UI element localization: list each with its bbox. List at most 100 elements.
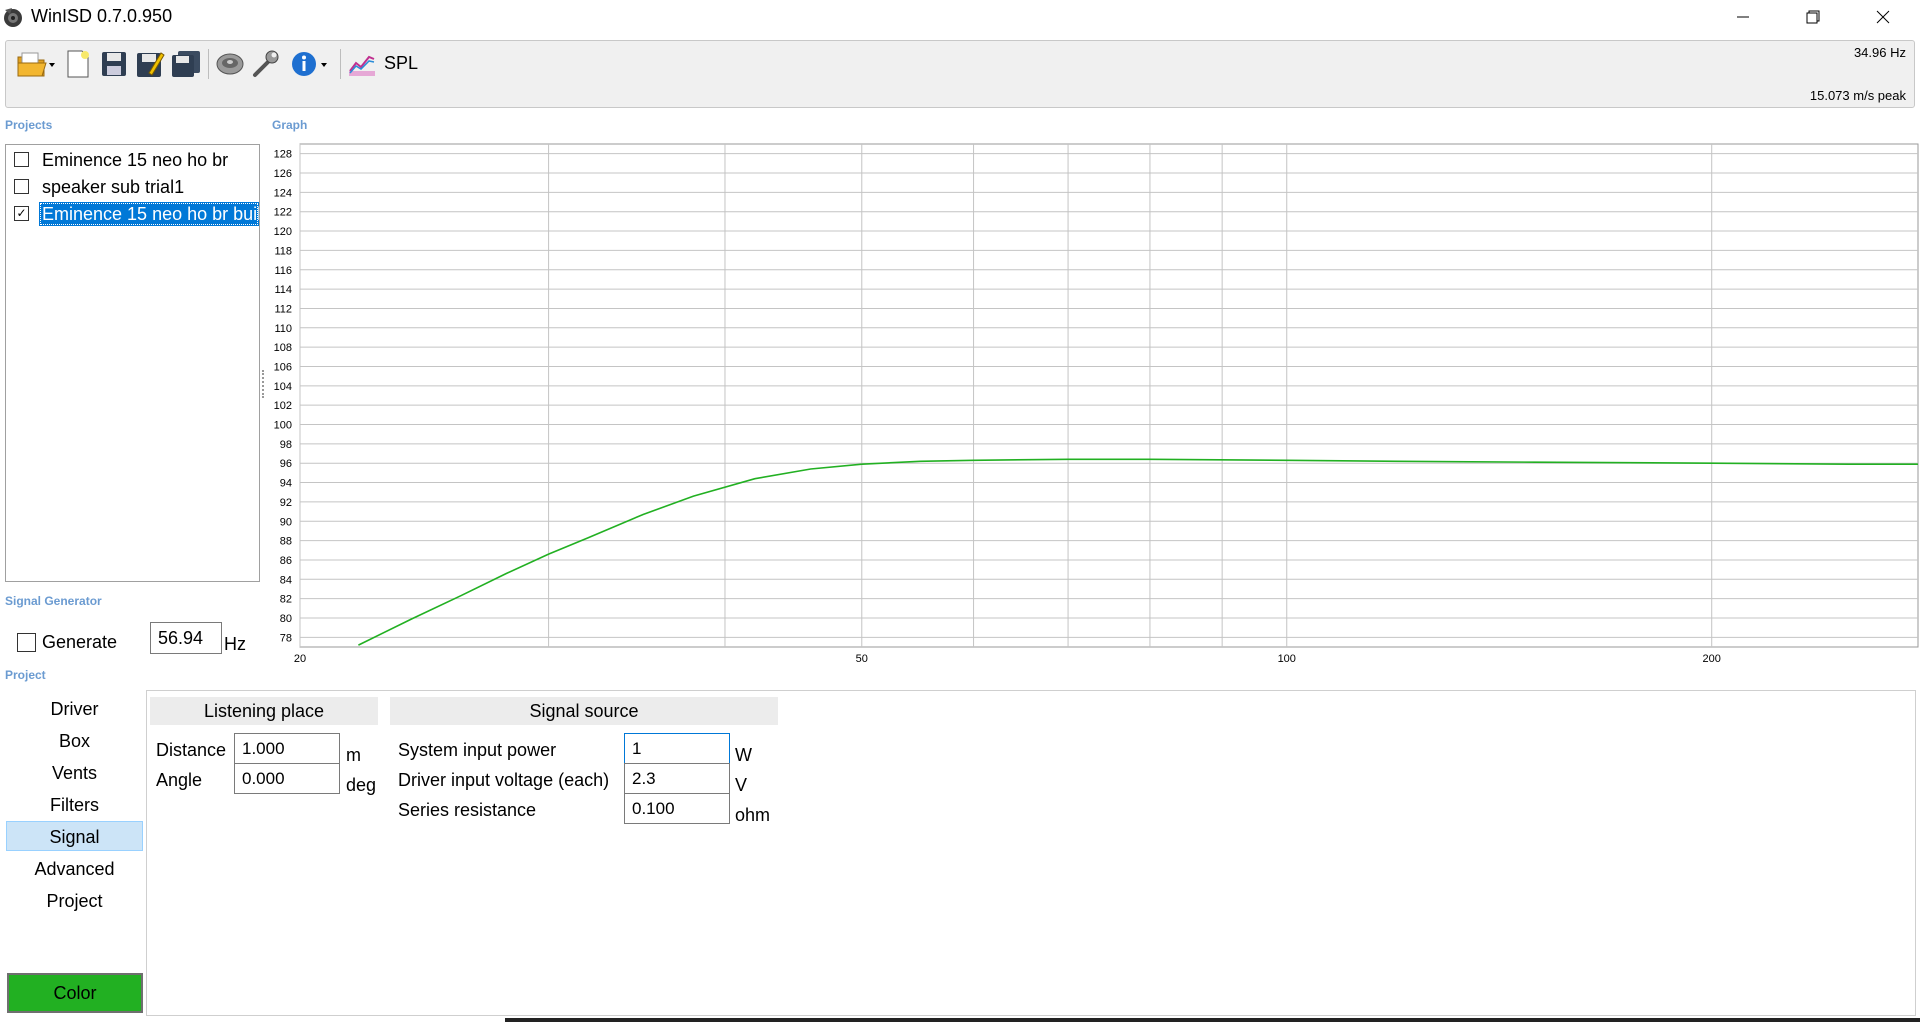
status-strip <box>505 1018 1920 1022</box>
signal-source-header: Signal source <box>390 697 778 725</box>
y-tick-label: 92 <box>280 497 292 509</box>
y-tick-label: 86 <box>280 555 292 567</box>
series-resistance-unit: ohm <box>735 805 771 825</box>
spl-graph-label[interactable]: SPL <box>384 53 418 74</box>
system-input-power-input[interactable] <box>624 733 730 764</box>
signal-generator-section-label: Signal Generator <box>5 594 102 608</box>
x-tick-label: 100 <box>1278 653 1296 665</box>
y-tick-label: 104 <box>274 381 292 393</box>
y-tick-label: 122 <box>274 207 292 219</box>
y-tick-label: 94 <box>280 478 292 490</box>
toolbar-separator <box>208 49 209 79</box>
y-tick-label: 100 <box>274 420 292 432</box>
project-item[interactable]: speaker sub trial1 <box>6 174 259 200</box>
color-button[interactable]: Color <box>7 973 143 1013</box>
nav-signal[interactable]: Signal <box>6 821 143 851</box>
project-section-label: Project <box>5 668 46 682</box>
graph-grid <box>299 143 1919 648</box>
generate-checkbox[interactable] <box>17 633 36 652</box>
y-tick-label: 88 <box>280 536 292 548</box>
series-resistance-label: Series resistance <box>398 800 537 820</box>
frequency-readout: 34.96 Hz <box>1853 45 1906 60</box>
y-tick-label: 80 <box>280 613 292 625</box>
nav-vents[interactable]: Vents <box>6 758 143 788</box>
driver-input-voltage-label: Driver input voltage (each) <box>398 770 610 790</box>
toolbar-separator <box>340 49 341 79</box>
x-tick-label: 200 <box>1703 653 1721 665</box>
project-name[interactable]: Eminence 15 neo ho br <box>39 148 232 172</box>
speaker-app-icon <box>2 6 24 28</box>
y-tick-label: 112 <box>274 303 292 315</box>
y-tick-label: 116 <box>274 265 292 277</box>
plot-area <box>299 143 1919 648</box>
y-tick-label: 110 <box>274 323 292 335</box>
graph-section-label: Graph <box>272 118 308 132</box>
y-tick-label: 108 <box>274 342 292 354</box>
nav-box[interactable]: Box <box>6 726 143 756</box>
x-tick-label: 20 <box>294 653 306 665</box>
spl-graph[interactable]: 78 80 82 84 86 88 90 92 94 96 98 100 102 104 106 108 110… <box>262 140 1920 665</box>
velocity-readout: 15.073 m/s peak <box>1809 88 1906 103</box>
projects-section-label: Projects <box>5 118 53 132</box>
y-tick-label: 124 <box>274 187 292 199</box>
y-tick-label: 78 <box>280 632 292 644</box>
save-all-icon[interactable] <box>170 47 202 81</box>
open-folder-button[interactable] <box>14 47 58 81</box>
angle-unit: deg <box>346 775 376 795</box>
y-tick-label: 82 <box>280 594 292 606</box>
wrench-tools-icon[interactable] <box>250 47 282 81</box>
generator-frequency-input[interactable] <box>150 622 222 654</box>
y-tick-label: 114 <box>274 284 292 296</box>
angle-input[interactable] <box>234 763 340 794</box>
project-checkbox[interactable] <box>14 152 29 167</box>
nav-project[interactable]: Project <box>6 886 143 916</box>
driver-input-voltage-input[interactable] <box>624 763 730 794</box>
y-tick-label: 102 <box>274 400 292 412</box>
y-tick-label: 128 <box>274 149 292 161</box>
project-item[interactable]: Eminence 15 neo ho br <box>6 147 259 173</box>
x-axis-ticks: 20 50 100 200 <box>294 653 1721 665</box>
info-icon[interactable] <box>288 47 332 81</box>
project-item-selected[interactable]: ✓ Eminence 15 neo ho br buil <box>6 201 259 227</box>
y-tick-label: 98 <box>280 439 292 451</box>
y-tick-label: 90 <box>280 516 292 528</box>
y-tick-label: 120 <box>274 226 292 238</box>
project-name[interactable]: Eminence 15 neo ho br buil <box>39 202 259 226</box>
y-tick-label: 96 <box>280 458 292 470</box>
close-button[interactable] <box>1848 0 1918 34</box>
driver-speaker-icon[interactable] <box>214 47 246 81</box>
nav-filters[interactable]: Filters <box>6 790 143 820</box>
save-as-icon[interactable] <box>134 47 166 81</box>
window-title: WinISD 0.7.0.950 <box>31 6 173 26</box>
signal-settings-panel: Listening place Distance m Angle deg Sig… <box>146 690 1916 1016</box>
project-checkbox-checked[interactable]: ✓ <box>14 206 29 221</box>
y-tick-label: 118 <box>274 245 292 257</box>
project-name[interactable]: speaker sub trial1 <box>39 175 188 199</box>
nav-driver[interactable]: Driver <box>6 694 143 724</box>
minimize-button[interactable] <box>1708 0 1778 34</box>
y-tick-label: 126 <box>274 168 292 180</box>
series-resistance-input[interactable] <box>624 793 730 824</box>
generator-frequency-unit: Hz <box>224 634 246 654</box>
driver-input-voltage-unit: V <box>735 775 748 795</box>
nav-advanced[interactable]: Advanced <box>6 854 143 884</box>
generate-label: Generate <box>42 632 118 652</box>
distance-unit: m <box>346 745 361 765</box>
system-input-power-unit: W <box>735 745 752 765</box>
y-tick-label: 106 <box>274 361 292 373</box>
distance-input[interactable] <box>234 733 340 764</box>
toolbar: SPL 34.96 Hz 15.073 m/s peak <box>5 40 1915 108</box>
distance-label: Distance <box>156 740 227 760</box>
y-axis-ticks: 78 80 82 84 86 88 90 92 94 96 98 100 102 104 106 108 110… <box>274 149 292 645</box>
angle-label: Angle <box>156 770 203 790</box>
save-icon[interactable] <box>98 47 130 81</box>
project-checkbox[interactable] <box>14 179 29 194</box>
new-document-button[interactable] <box>62 47 94 81</box>
x-tick-label: 50 <box>856 653 868 665</box>
title-bar: WinISD 0.7.0.950 <box>0 0 1920 34</box>
projects-list[interactable]: Eminence 15 neo ho br speaker sub trial1… <box>5 144 260 582</box>
y-tick-label: 84 <box>280 574 292 586</box>
spl-graph-icon[interactable] <box>346 47 378 81</box>
restore-button[interactable] <box>1778 0 1848 34</box>
listening-place-header: Listening place <box>150 697 378 725</box>
